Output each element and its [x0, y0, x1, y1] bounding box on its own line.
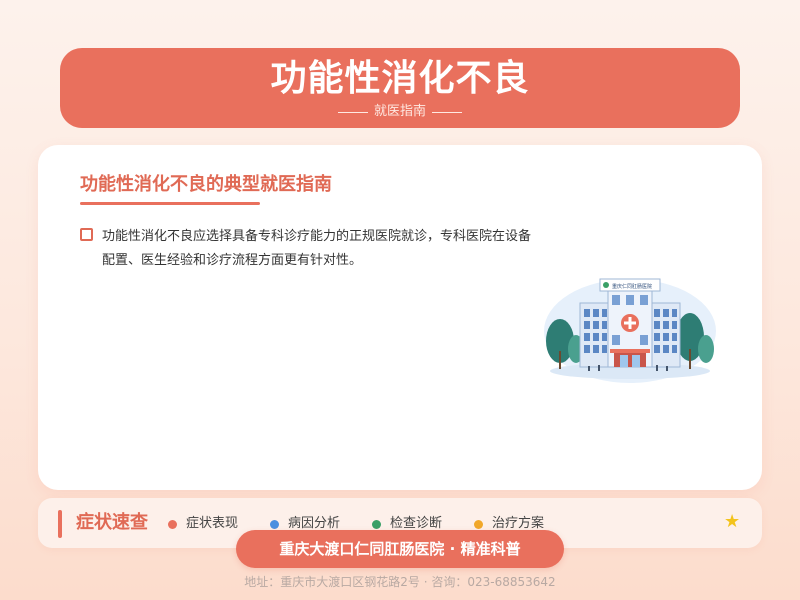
legend-label: 症状表现 — [186, 516, 239, 531]
legend-item-symptoms[interactable]: 症状表现 — [168, 515, 238, 533]
card-title: 功能性消化不良的典型就医指南 — [80, 174, 332, 195]
subtitle-text: 就医指南 — [373, 104, 426, 119]
header-banner: 功能性消化不良 就医指南 — [60, 48, 740, 128]
content-card: 功能性消化不良的典型就医指南 功能性消化不良应选择具备专科诊疗能力的正规医院就诊… — [38, 145, 762, 490]
card-title-underline — [80, 202, 260, 205]
blue-dot-icon — [270, 519, 279, 529]
orange-dot-icon — [474, 519, 483, 529]
page-title: 功能性消化不良 — [270, 58, 530, 99]
red-dot-icon — [168, 519, 177, 529]
subtitle-line-left — [337, 111, 368, 113]
address-text: 地址：重庆市大渡口区钢花路2号 · 咨询：023-68853642 — [244, 575, 556, 589]
subtitle-line-right — [432, 111, 462, 113]
card-paragraph: 功能性消化不良应选择具备专科诊疗能力的正规医院就诊，专科医院在设备配置、医生经验… — [102, 229, 532, 268]
green-dot-icon — [372, 519, 381, 529]
page-subtitle: 就医指南 — [60, 104, 740, 120]
hospital-illustration-icon: 重庆仁同肛肠医院 — [544, 278, 716, 383]
hospital-sign-text: 重庆仁同肛肠医院 — [612, 283, 652, 290]
checkbox-bullet-icon — [80, 228, 93, 241]
footer-banner: 重庆大渡口仁同肛肠医院 · 精准科普 — [236, 530, 564, 568]
symptom-title: 症状速查 — [76, 512, 148, 533]
symptom-accent-bar — [58, 510, 62, 538]
star-icon: ★ — [724, 511, 741, 532]
